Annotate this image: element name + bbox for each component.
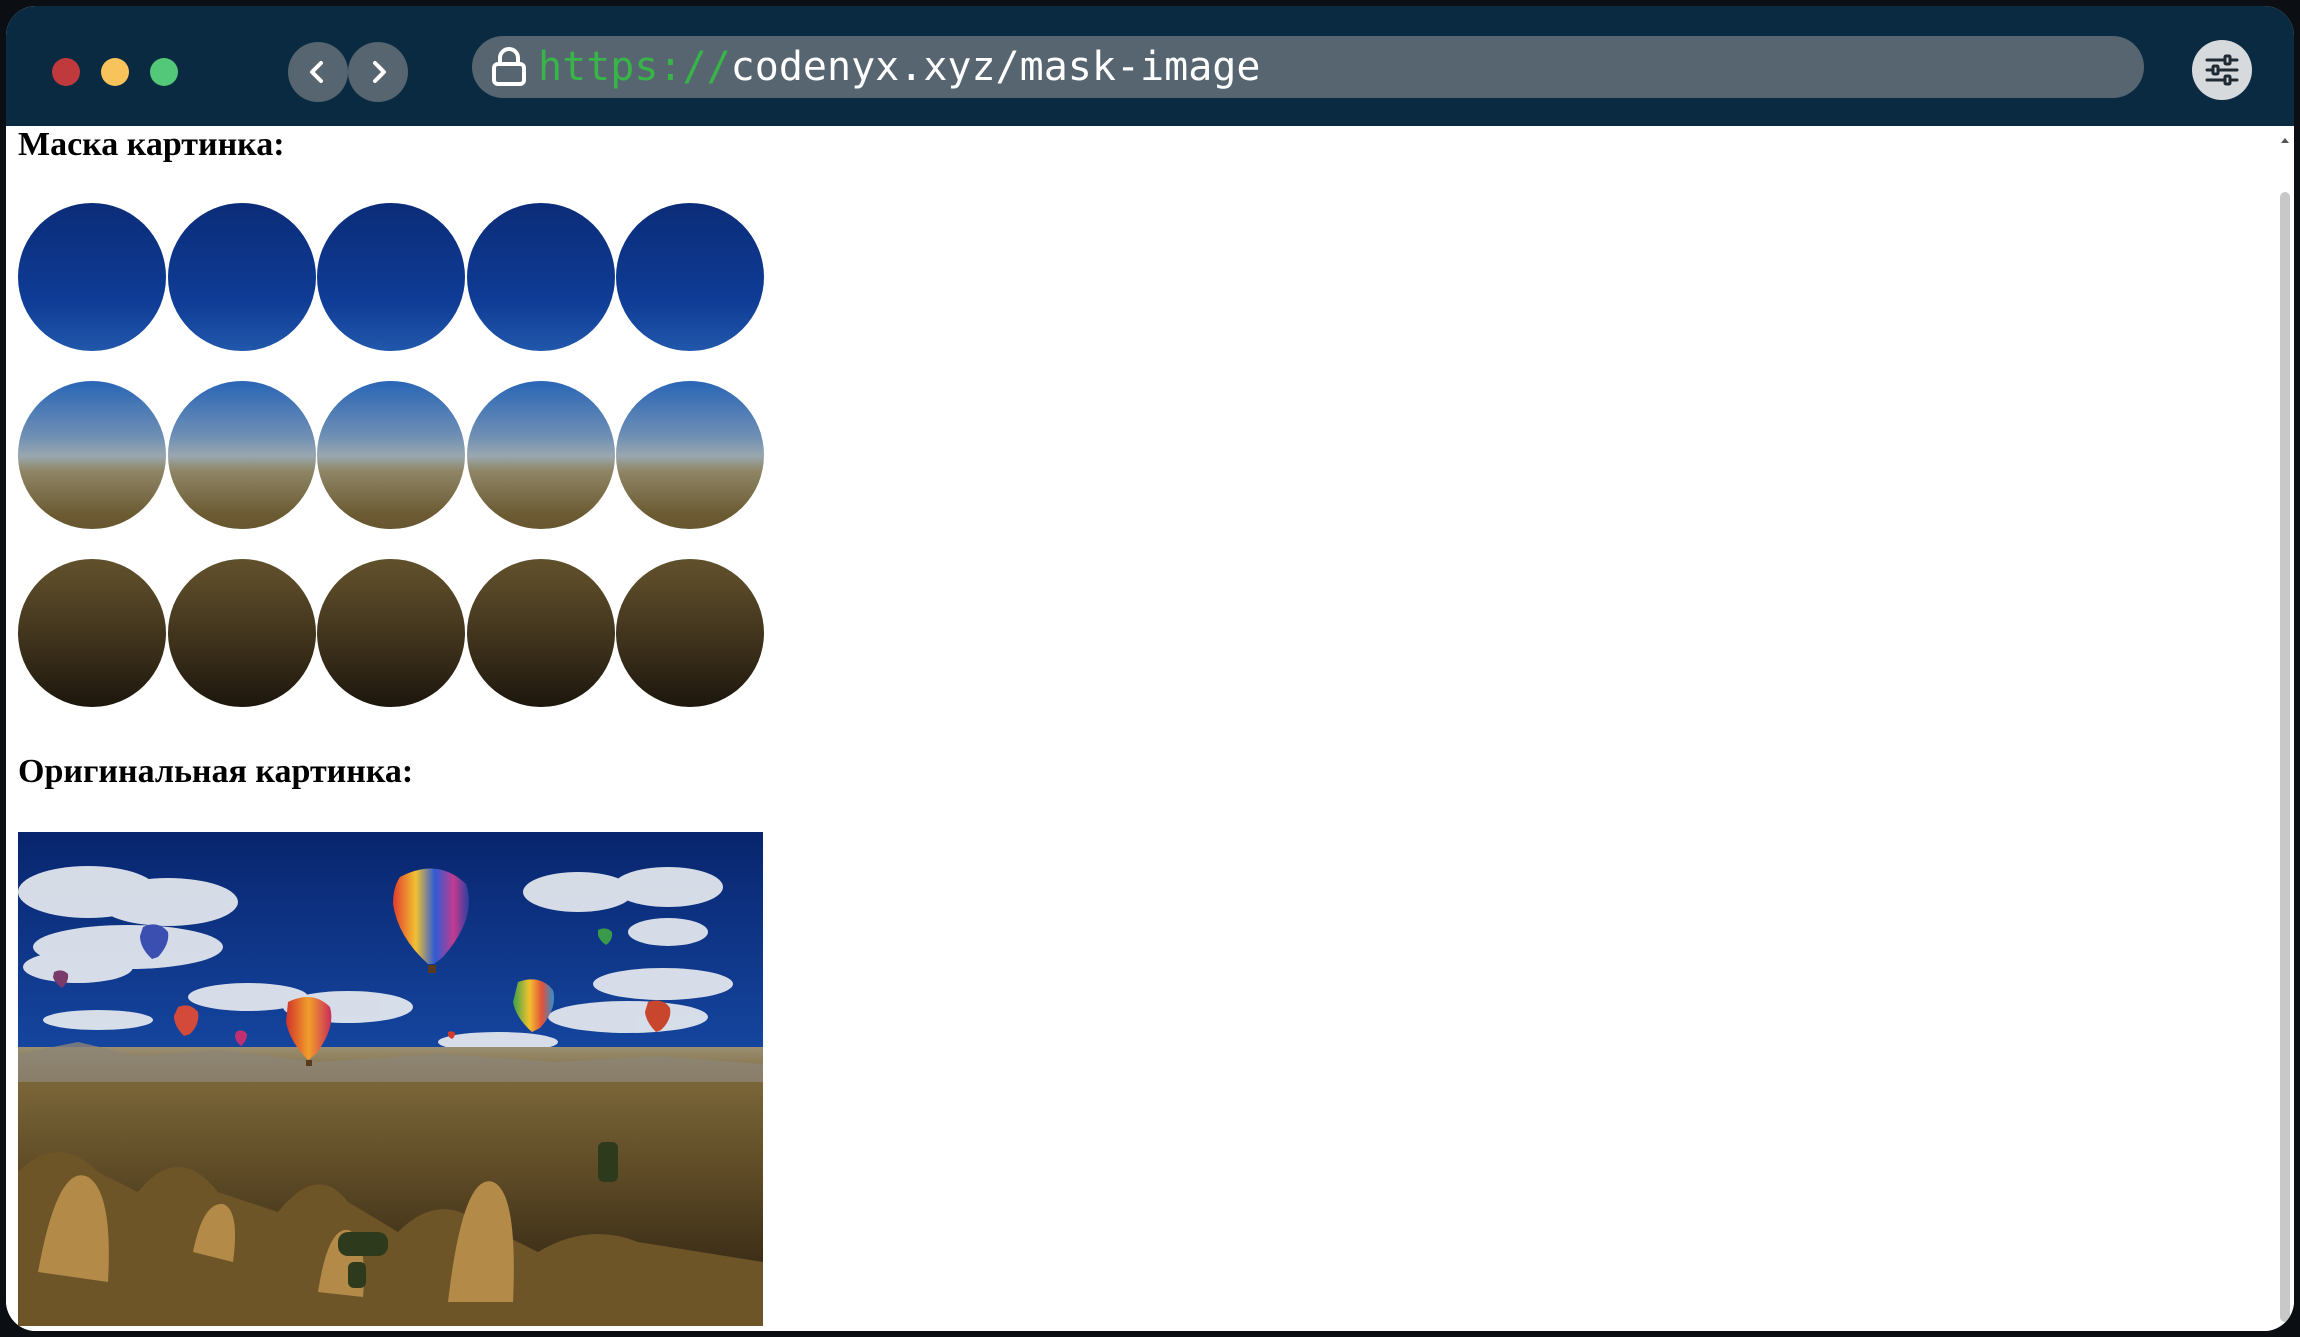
original-image (18, 832, 763, 1326)
url-scheme: https:// (538, 44, 731, 90)
mask-image-heading: Маска картинка: (18, 126, 285, 163)
sliders-icon (2205, 54, 2239, 86)
masked-image-tile (168, 559, 316, 707)
masked-image-tile (467, 381, 615, 529)
scroll-up-arrow-icon[interactable] (2280, 136, 2290, 144)
maximize-window-button[interactable] (150, 58, 178, 86)
url-path: codenyx.xyz/mask-image (730, 44, 1261, 90)
masked-image-tile (317, 559, 465, 707)
settings-menu-button[interactable] (2192, 40, 2252, 100)
forward-button[interactable] (348, 42, 408, 102)
scrollbar-thumb[interactable] (2280, 192, 2290, 1322)
masked-image-tile (18, 381, 166, 529)
masked-image-tile (616, 381, 764, 529)
page-content: Маска картинка: Оригинальная картинка: (6, 126, 2276, 1331)
masked-image-tile (467, 559, 615, 707)
masked-image-tile (18, 203, 166, 351)
masked-image-tile (168, 203, 316, 351)
browser-toolbar: https://codenyx.xyz/mask-image (6, 6, 2294, 126)
masked-image-tile (467, 203, 615, 351)
minimize-window-button[interactable] (101, 58, 129, 86)
masked-image-tile (18, 559, 166, 707)
original-image-heading: Оригинальная картинка: (18, 753, 414, 790)
browser-window: https://codenyx.xyz/mask-image Маска кар… (6, 6, 2294, 1331)
masked-image-tile (616, 559, 764, 707)
masked-image-tile (317, 381, 465, 529)
chevron-left-icon (310, 61, 323, 83)
vertical-scrollbar[interactable] (2276, 126, 2294, 1331)
lock-icon (492, 47, 526, 86)
address-url[interactable]: https://codenyx.xyz/mask-image (538, 44, 1260, 90)
masked-image-tile (616, 203, 764, 351)
masked-image-tile (168, 381, 316, 529)
close-window-button[interactable] (52, 58, 80, 86)
masked-image-tile (317, 203, 465, 351)
address-bar[interactable]: https://codenyx.xyz/mask-image (472, 36, 2144, 98)
back-button[interactable] (288, 42, 348, 102)
chevron-right-icon (373, 61, 386, 83)
